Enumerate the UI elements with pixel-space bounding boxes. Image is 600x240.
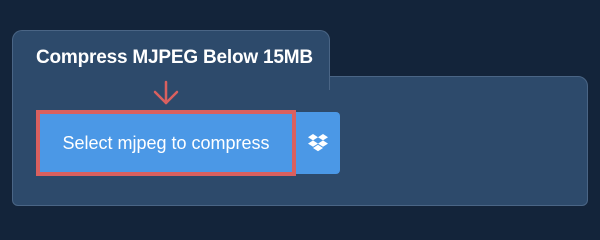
- select-file-label: Select mjpeg to compress: [62, 132, 270, 153]
- select-file-button[interactable]: Select mjpeg to compress: [36, 110, 296, 176]
- tool-title: Compress MJPEG Below 15MB: [36, 47, 313, 68]
- arrow-down-icon: [153, 80, 179, 105]
- dropbox-icon: [308, 134, 328, 152]
- tab-joint: [13, 76, 329, 78]
- dropbox-button[interactable]: [296, 112, 340, 174]
